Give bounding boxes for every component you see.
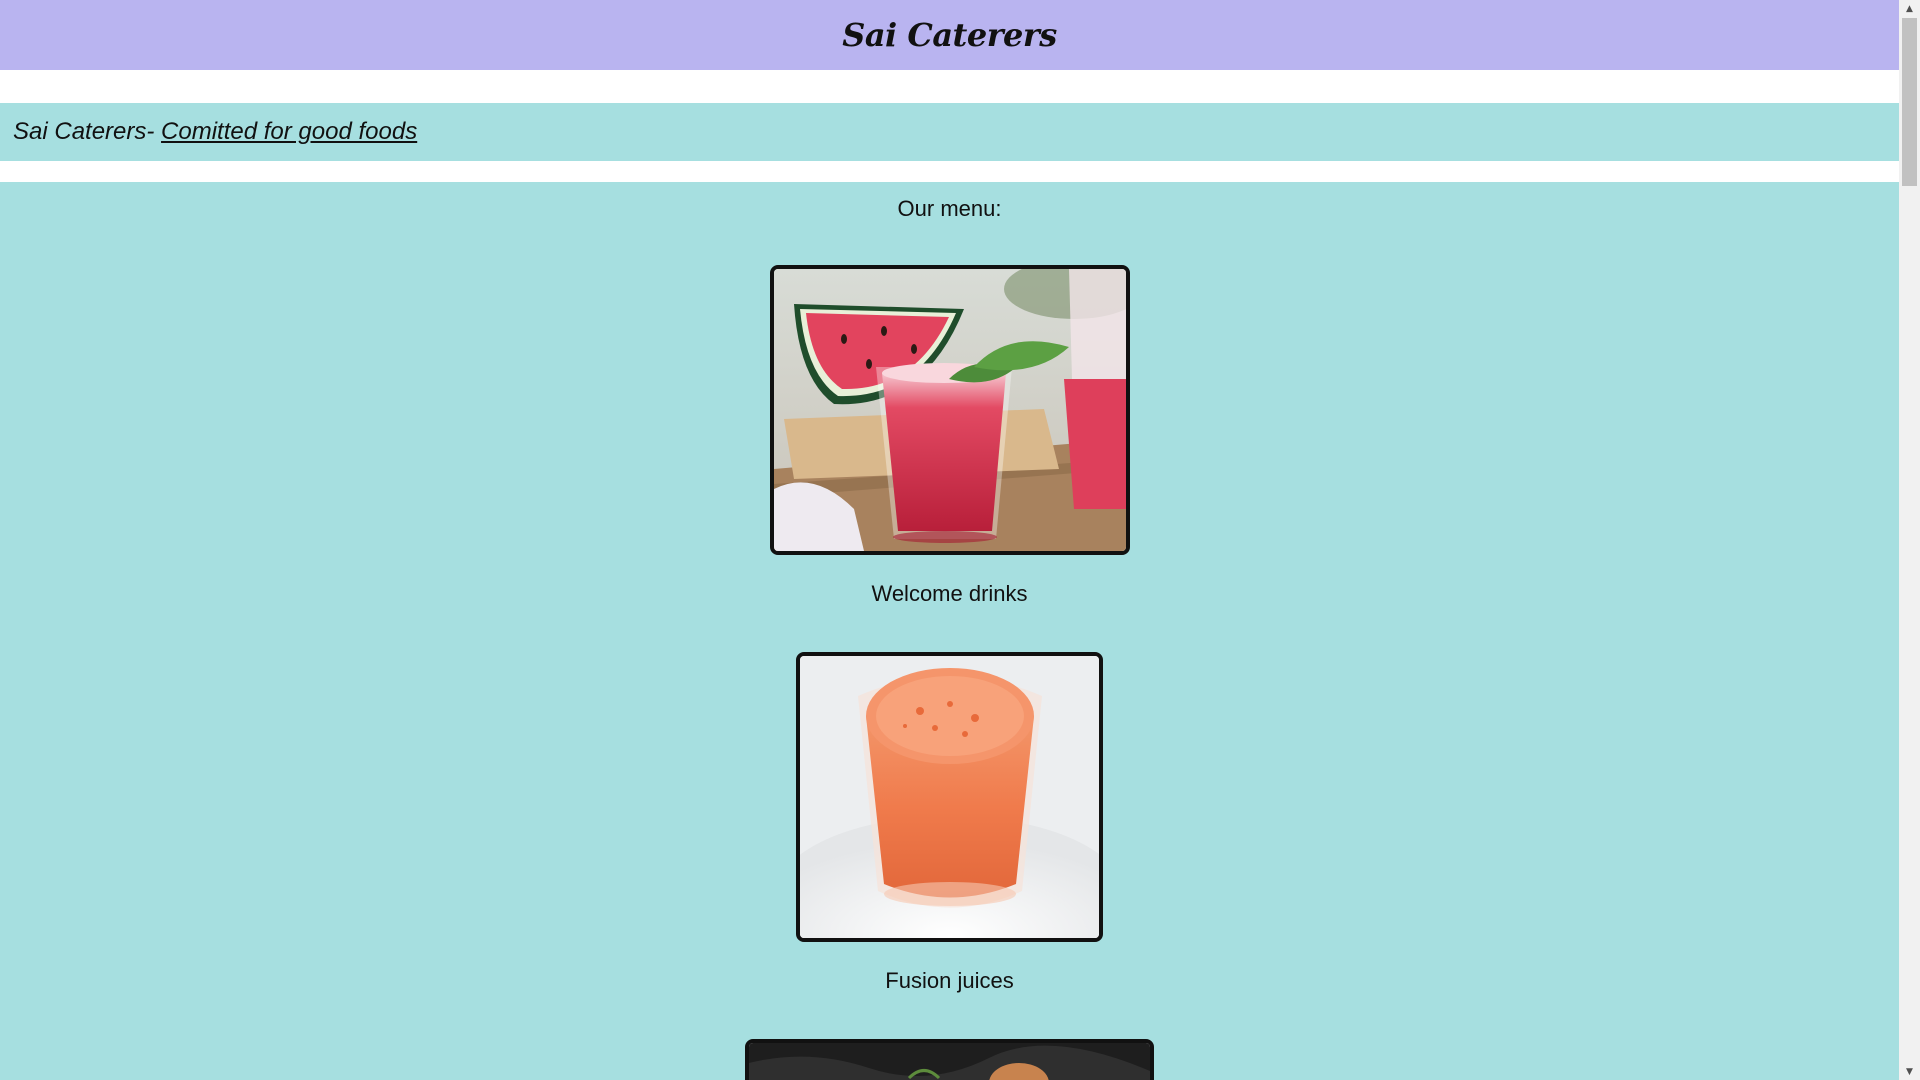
browser-viewport: Sai Caterers Sai Caterers- Comitted for … xyxy=(0,0,1920,1080)
watermelon-juice-image xyxy=(770,265,1130,555)
menu-item-caption: Fusion juices xyxy=(885,968,1014,993)
scroll-down-icon[interactable]: ▼ xyxy=(1899,1063,1920,1080)
scroll-thumb[interactable] xyxy=(1902,18,1917,186)
dark-food-image xyxy=(745,1039,1154,1080)
menu-item-caption: Welcome drinks xyxy=(871,581,1028,606)
page: Sai Caterers Sai Caterers- Comitted for … xyxy=(0,0,1899,1080)
menu-section: Our menu: Welcome drinks Fusion juices xyxy=(0,182,1899,1080)
vertical-scrollbar[interactable]: ▲ ▼ xyxy=(1899,0,1920,1080)
tagline: Sai Caterers- Comitted for good foods xyxy=(13,118,417,146)
menu-heading: Our menu: xyxy=(897,196,1002,221)
tagline-bar: Sai Caterers- Comitted for good foods xyxy=(0,103,1899,161)
scroll-up-icon[interactable]: ▲ xyxy=(1899,0,1920,17)
carrot-juice-image xyxy=(796,652,1103,942)
tagline-link[interactable]: Comitted for good foods xyxy=(161,118,417,145)
site-header: Sai Caterers xyxy=(0,0,1899,70)
site-title: Sai Caterers xyxy=(842,16,1057,54)
tagline-prefix: Sai Caterers- xyxy=(13,118,162,145)
